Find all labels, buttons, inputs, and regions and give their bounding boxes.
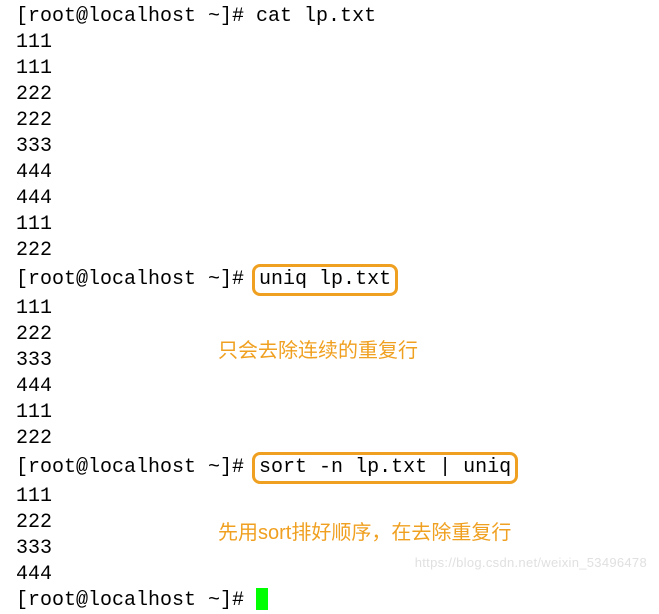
cursor-icon [256,588,268,610]
output-line: 444 [16,186,659,212]
output-line: 444 [16,374,659,400]
output-line: 111 [16,30,659,56]
output-line: 444 [16,160,659,186]
prompt-line-4[interactable]: [root@localhost ~]# [16,588,659,614]
command-cat: cat lp.txt [256,5,376,28]
annotation-uniq: 只会去除连续的重复行 [218,338,418,364]
annotation-sort: 先用sort排好顺序，在去除重复行 [218,520,511,546]
output-line: 222 [16,426,659,452]
shell-prompt: [root@localhost ~]# [16,268,256,291]
output-line: 111 [16,484,659,510]
shell-prompt: [root@localhost ~]# [16,456,256,479]
prompt-line-3: [root@localhost ~]# sort -n lp.txt | uni… [16,452,659,484]
command-uniq: uniq lp.txt [259,268,391,291]
output-line: 111 [16,212,659,238]
output-line: 111 [16,400,659,426]
command-sort-uniq-highlight: sort -n lp.txt | uniq [252,452,518,484]
output-line: 111 [16,296,659,322]
output-line: 222 [16,238,659,264]
output-line: 222 [16,82,659,108]
prompt-line-2: [root@localhost ~]# uniq lp.txt [16,264,659,296]
command-sort-uniq: sort -n lp.txt | uniq [259,456,511,479]
output-line: 333 [16,134,659,160]
shell-prompt: [root@localhost ~]# [16,5,256,28]
output-line: 222 [16,108,659,134]
output-line: 111 [16,56,659,82]
command-uniq-highlight: uniq lp.txt [252,264,398,296]
prompt-line-1: [root@localhost ~]# cat lp.txt [16,4,659,30]
shell-prompt: [root@localhost ~]# [16,589,256,612]
watermark-text: https://blog.csdn.net/weixin_53496478 [415,550,647,576]
